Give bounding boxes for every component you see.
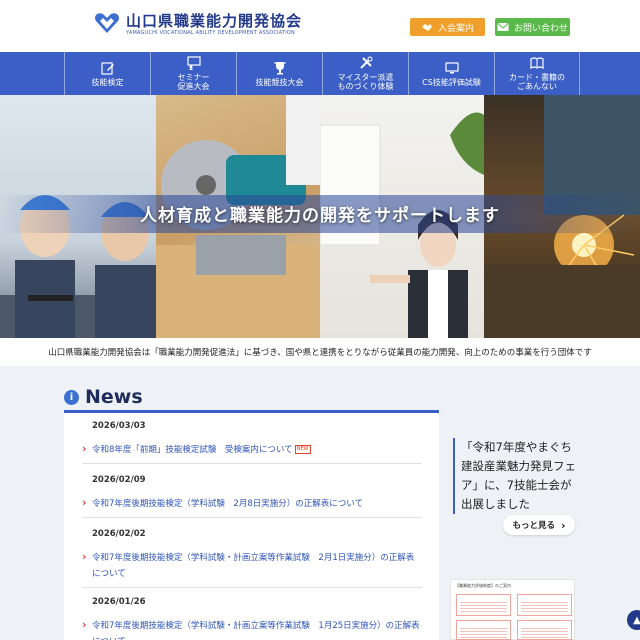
news-link[interactable]: 令和7年度後期技能検定（学科試験・計画立案等作業試験 1月25日実施分）の正解表… bbox=[82, 617, 422, 640]
more-label: もっと見る bbox=[512, 521, 555, 531]
monitor-icon bbox=[444, 61, 459, 73]
nav-item-meister[interactable]: マイスター派遣 ものづくり体験 bbox=[322, 52, 408, 95]
news-link[interactable]: 令和7年度後期技能検定（学科試験 2月8日実施分）の正解表について bbox=[82, 495, 422, 512]
logo-heart-icon bbox=[94, 12, 120, 38]
more-button[interactable]: もっと見る › bbox=[503, 515, 575, 535]
book-icon bbox=[530, 57, 544, 70]
intro-text: 山口県職業能力開発協会は「職業能力開発促進法」に基づき、国や県と連携をとりながら… bbox=[0, 338, 640, 366]
chevron-right-icon: › bbox=[560, 518, 566, 532]
nav-label-skill-test: 技能検定 bbox=[91, 77, 124, 87]
site-logo[interactable]: 山口県職業能力開発協会 YAMAGUCHI VOCATIONAL ABILITY… bbox=[94, 12, 302, 38]
main-content: i News 2026/03/03 令和8年度「前期」技能検定試験 受検案内につ… bbox=[0, 366, 640, 640]
handshake-icon bbox=[421, 24, 432, 31]
news-link[interactable]: 令和8年度「前期」技能検定試験 受検案内についてNEW bbox=[82, 441, 422, 458]
news-date: 2026/02/09 bbox=[92, 475, 146, 485]
presentation-icon bbox=[186, 56, 201, 70]
news-item: 2026/01/26 令和7年度後期技能検定（学科試験・計画立案等作業試験 1月… bbox=[82, 597, 422, 640]
contact-button[interactable]: お問い合わせ bbox=[495, 18, 570, 36]
nav-label-cs-test: CS技能評価試験 bbox=[422, 77, 481, 87]
join-info-button[interactable]: 入会案内 bbox=[410, 18, 485, 36]
news-divider bbox=[82, 517, 422, 518]
logo-title: 山口県職業能力開発協会 bbox=[126, 12, 303, 30]
news-divider bbox=[82, 463, 422, 464]
nav-label-competition: 技能競技大会 bbox=[255, 77, 304, 87]
logo-subtitle: YAMAGUCHI VOCATIONAL ABILITY DEVELOPMENT… bbox=[126, 30, 295, 36]
news-date: 2026/02/02 bbox=[92, 529, 146, 539]
news-list: 2026/03/03 令和8年度「前期」技能検定試験 受検案内についてNEW 2… bbox=[64, 410, 439, 640]
nav-item-skill-test[interactable]: 技能検定 bbox=[64, 52, 150, 95]
nav-label-seminar: セミナー 促進大会 bbox=[177, 73, 210, 91]
chevron-up-icon: ▲ bbox=[633, 614, 640, 626]
flyer-cell bbox=[517, 594, 572, 616]
tools-icon bbox=[359, 56, 372, 69]
flyer-cell bbox=[517, 620, 572, 640]
news-item: 2026/03/03 令和8年度「前期」技能検定試験 受検案内についてNEW bbox=[82, 421, 422, 458]
nav-item-competition[interactable]: 技能競技大会 bbox=[236, 52, 322, 95]
news-divider bbox=[82, 587, 422, 588]
news-title: News bbox=[85, 386, 143, 408]
flyer-thumbnail[interactable]: 【職業能力評価制度】のご案内 bbox=[450, 579, 575, 640]
feature-article[interactable]: 「令和7年度やまぐち建設産業魅力発見フェア」に、7技能士会が出展しました bbox=[453, 438, 578, 514]
flyer-cell bbox=[456, 594, 511, 616]
news-link-text[interactable]: 令和8年度「前期」技能検定試験 受検案内について bbox=[92, 445, 293, 455]
feature-text[interactable]: 「令和7年度やまぐち建設産業魅力発見フェア」に、7技能士会が出展しました bbox=[461, 438, 578, 514]
news-date: 2026/03/03 bbox=[92, 421, 146, 431]
mail-icon bbox=[497, 22, 509, 31]
nav-label-meister: マイスター派遣 ものづくり体験 bbox=[337, 73, 394, 91]
flyer-cell bbox=[456, 620, 511, 640]
news-link[interactable]: 令和7年度後期技能検定（学科試験・計画立案等作業試験 2月1日実施分）の正解表に… bbox=[82, 549, 422, 582]
site-header: 山口県職業能力開発協会 YAMAGUCHI VOCATIONAL ABILITY… bbox=[0, 0, 640, 52]
flyer-title: 【職業能力評価制度】のご案内 bbox=[455, 583, 511, 588]
info-icon: i bbox=[64, 389, 79, 405]
news-item: 2026/02/09 令和7年度後期技能検定（学科試験 2月8日実施分）の正解表… bbox=[82, 475, 422, 512]
pencil-icon bbox=[100, 61, 114, 75]
nav-item-seminar[interactable]: セミナー 促進大会 bbox=[150, 52, 236, 95]
contact-label: お問い合わせ bbox=[513, 23, 568, 34]
news-header: i News bbox=[64, 386, 143, 408]
hero-tagline: 人材育成と職業能力の開発をサポートします bbox=[140, 206, 500, 226]
new-badge: NEW bbox=[294, 445, 311, 454]
news-date: 2026/01/26 bbox=[92, 597, 146, 607]
nav-item-cards-books[interactable]: カード・書籍の ごあんない bbox=[494, 52, 580, 95]
nav-item-cs-test[interactable]: CS技能評価試験 bbox=[408, 52, 494, 95]
scroll-to-top-button[interactable]: ▲ bbox=[627, 610, 640, 630]
hero-banner: 人材育成と職業能力の開発をサポートします bbox=[0, 95, 640, 338]
trophy-icon bbox=[273, 61, 286, 74]
news-item: 2026/02/02 令和7年度後期技能検定（学科試験・計画立案等作業試験 2月… bbox=[82, 529, 422, 582]
join-info-label: 入会案内 bbox=[437, 23, 474, 34]
main-nav: 技能検定 セミナー 促進大会 技能競技大会 マイスター派遣 ものづくり体験 CS… bbox=[0, 52, 640, 95]
nav-label-cards-books: カード・書籍の ごあんない bbox=[509, 73, 565, 91]
